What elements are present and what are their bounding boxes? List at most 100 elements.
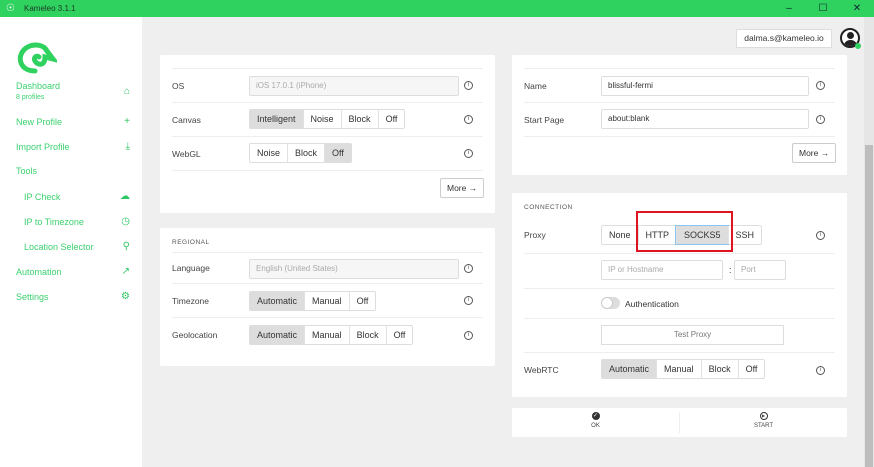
sidebar-item-tools[interactable]: Tools — [16, 166, 130, 176]
start-label: START — [753, 423, 774, 429]
online-status-dot — [855, 43, 861, 49]
webgl-option-noise[interactable]: Noise — [250, 144, 287, 162]
nav-label: IP to Timezone — [24, 216, 84, 227]
proxy-option-none[interactable]: None — [602, 226, 638, 244]
nav-label: Settings — [16, 291, 49, 302]
sidebar-item-settings[interactable]: Settings ⚙ — [16, 291, 130, 302]
start-button[interactable]: ▶ START — [680, 412, 847, 433]
sidebar-item-ip-to-timezone[interactable]: IP to Timezone ◷ — [24, 216, 130, 227]
name-label: Name — [524, 80, 547, 91]
os-field[interactable]: iOS 17.0.1 (iPhone) — [249, 76, 459, 96]
info-icon[interactable]: i — [464, 296, 473, 305]
sidebar-item-automation[interactable]: Automation ↗ — [16, 266, 130, 277]
nav-label: Tools — [16, 166, 38, 176]
action-bar: ✓ OK ▶ START — [512, 408, 847, 437]
nav-label: Import Profile — [16, 141, 70, 152]
proxy-host-input[interactable]: IP or Hostname — [601, 260, 723, 280]
timezone-option-manual[interactable]: Manual — [304, 292, 349, 310]
info-icon[interactable]: i — [816, 81, 825, 90]
scrollbar[interactable] — [864, 17, 874, 467]
info-icon[interactable]: i — [464, 263, 473, 273]
language-label: Language — [172, 263, 210, 273]
general-card: Name blissful-fermi i Start Page about:blan… — [512, 55, 847, 175]
plus-icon: + — [124, 116, 130, 127]
canvas-selector: Intelligent Noise Block Off — [249, 109, 406, 129]
geo-option-manual[interactable]: Manual — [304, 326, 349, 344]
os-label: OS — [172, 80, 185, 91]
canvas-option-intelligent[interactable]: Intelligent — [250, 110, 303, 128]
more-label: More — [799, 148, 819, 158]
start-page-input[interactable]: about:blank — [601, 109, 809, 129]
webgl-option-off[interactable]: Off — [324, 144, 351, 162]
maximize-button[interactable]: ☐ — [806, 0, 840, 17]
nav-label: IP Check — [24, 191, 61, 202]
sidebar-item-dashboard[interactable]: Dashboard 8 profiles ⌂ — [16, 81, 130, 101]
nav-label: Location Selector — [24, 241, 94, 252]
proxy-port-input[interactable]: Port — [734, 260, 786, 280]
more-label: More — [447, 183, 467, 193]
check-circle-icon: ✓ — [591, 412, 600, 420]
timezone-option-automatic[interactable]: Automatic — [250, 292, 305, 310]
highlight-box — [636, 211, 733, 252]
geo-option-off[interactable]: Off — [385, 326, 413, 344]
nav-label: New Profile — [16, 116, 63, 127]
timezone-label: Timezone — [172, 295, 210, 306]
authentication-label: Authentication — [625, 299, 679, 309]
webrtc-option-block[interactable]: Block — [700, 360, 738, 378]
profile-count: 8 profiles — [16, 94, 45, 101]
language-field[interactable]: English (United States) — [249, 259, 459, 279]
timezone-selector: Automatic Manual Off — [249, 291, 377, 311]
webrtc-option-off[interactable]: Off — [737, 360, 765, 378]
info-icon[interactable]: i — [464, 81, 473, 90]
canvas-label: Canvas — [172, 114, 201, 125]
webrtc-option-manual[interactable]: Manual — [656, 360, 701, 378]
info-icon[interactable]: i — [464, 330, 473, 340]
canvas-option-noise[interactable]: Noise — [302, 110, 341, 128]
ok-label: OK — [591, 423, 600, 429]
sidebar-item-ip-check[interactable]: IP Check ☁ — [24, 191, 130, 202]
sidebar-item-import-profile[interactable]: Import Profile ⤓ — [16, 141, 130, 152]
timezone-option-off[interactable]: Off — [348, 292, 376, 310]
cloud-icon: ☁ — [120, 191, 130, 202]
more-button[interactable]: More → — [440, 178, 485, 198]
webrtc-label: WebRTC — [524, 365, 559, 375]
regional-card: REGIONAL Language English (United States)… — [160, 228, 495, 366]
geo-option-block[interactable]: Block — [348, 326, 386, 344]
info-icon[interactable]: i — [464, 115, 473, 124]
title-bar: ☉ Kameleo 3.1.1 – ☐ ✕ — [0, 0, 874, 17]
sidebar-item-location-selector[interactable]: Location Selector ⚲ — [24, 241, 130, 252]
webgl-option-block[interactable]: Block — [287, 144, 324, 162]
ok-button[interactable]: ✓ OK — [512, 412, 680, 433]
section-title: CONNECTION — [524, 204, 573, 211]
info-icon[interactable]: i — [464, 149, 473, 158]
webgl-label: WebGL — [172, 148, 201, 159]
colon-separator: : — [729, 265, 732, 275]
webrtc-option-automatic[interactable]: Automatic — [602, 360, 657, 378]
sidebar: Dashboard 8 profiles ⌂ New Profile + Import… — [0, 17, 142, 467]
canvas-option-off[interactable]: Off — [377, 110, 405, 128]
nav-label: Automation — [16, 266, 62, 277]
webrtc-selector: Automatic Manual Block Off — [601, 359, 766, 379]
app-logo-icon: ☉ — [6, 3, 15, 14]
minimize-button[interactable]: – — [772, 0, 806, 17]
name-input[interactable]: blissful-fermi — [601, 76, 809, 96]
more-button[interactable]: More → — [792, 143, 837, 163]
clock-icon: ◷ — [121, 216, 130, 227]
fingerprint-card: OS iOS 17.0.1 (iPhone) i Canvas Intelligent… — [160, 55, 495, 213]
authentication-toggle[interactable] — [601, 297, 620, 309]
import-icon: ⤓ — [125, 141, 130, 152]
sidebar-item-new-profile[interactable]: New Profile + — [16, 116, 130, 127]
nav-label: Dashboard — [16, 81, 61, 91]
info-icon[interactable]: i — [816, 365, 825, 375]
user-email[interactable]: dalma.s@kameleo.io — [736, 29, 832, 48]
canvas-option-block[interactable]: Block — [340, 110, 378, 128]
app-title: Kameleo 3.1.1 — [24, 4, 76, 13]
scrollbar-thumb[interactable] — [865, 145, 873, 467]
test-proxy-button[interactable]: Test Proxy — [601, 325, 784, 345]
geo-option-automatic[interactable]: Automatic — [250, 326, 305, 344]
geolocation-selector: Automatic Manual Block Off — [249, 325, 414, 345]
gear-icon: ⚙ — [121, 291, 130, 302]
info-icon[interactable]: i — [816, 230, 825, 240]
close-button[interactable]: ✕ — [840, 0, 874, 17]
info-icon[interactable]: i — [816, 115, 825, 124]
